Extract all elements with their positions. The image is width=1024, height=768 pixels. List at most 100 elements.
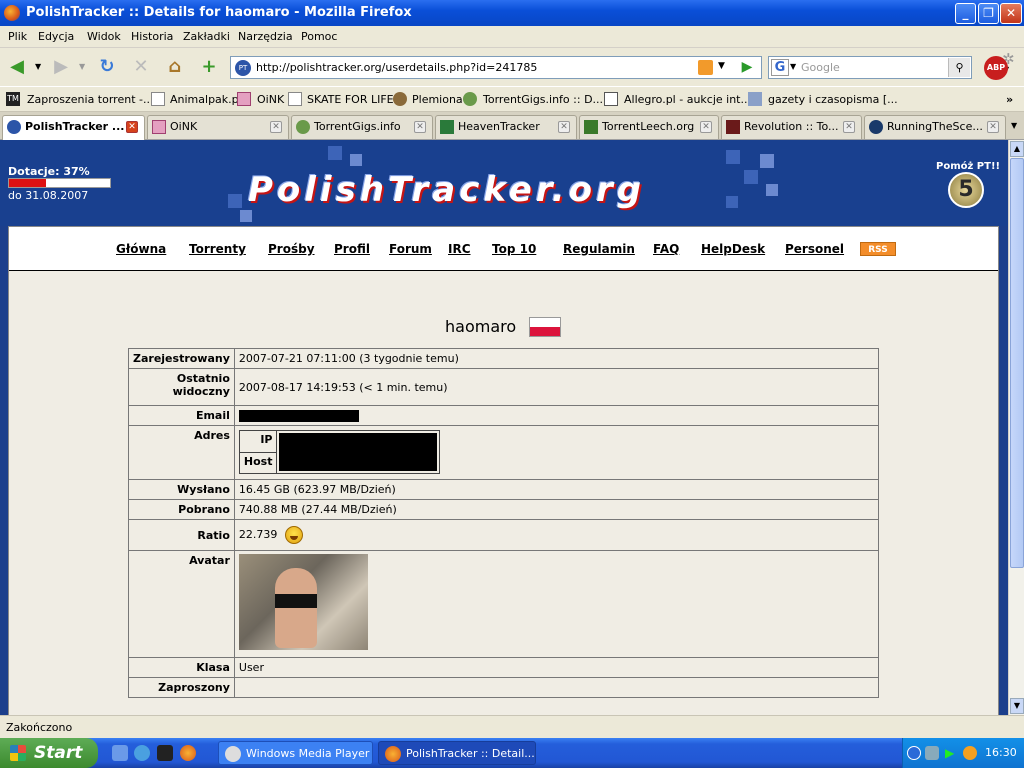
nav-profil[interactable]: Profil <box>334 242 370 256</box>
internet-explorer-icon[interactable] <box>134 745 150 761</box>
class-value: User <box>233 657 880 678</box>
bookmarks-overflow-button[interactable]: » <box>1006 93 1013 106</box>
firefox-quicklaunch-icon[interactable] <box>180 745 196 761</box>
address-value: IP Host <box>233 425 880 480</box>
search-input[interactable]: Google <box>801 61 840 74</box>
nav-glowna[interactable]: Główna <box>116 242 166 256</box>
close-tab-icon[interactable]: ✕ <box>558 121 570 133</box>
nav-torrenty[interactable]: Torrenty <box>189 242 246 256</box>
bookmark-plemiona[interactable]: Plemiona <box>412 93 463 106</box>
close-tab-icon[interactable]: ✕ <box>843 121 855 133</box>
restore-button[interactable]: ❐ <box>978 3 999 24</box>
menu-bar: Plik Edycja Widok Historia Zakładki Narz… <box>0 26 1024 48</box>
nav-personel[interactable]: Personel <box>785 242 844 256</box>
bookmark-allegro[interactable]: Allegro.pl - aukcje int... <box>624 93 751 106</box>
tab-list-dropdown-icon[interactable]: ▼ <box>1011 121 1017 130</box>
firefox-icon <box>4 5 20 21</box>
stop-icon[interactable]: ✕ <box>128 54 154 80</box>
home-icon[interactable]: ⌂ <box>162 54 188 80</box>
redacted-email <box>238 410 359 422</box>
nav-faq[interactable]: FAQ <box>653 242 679 256</box>
bookmark-oink[interactable]: OiNK <box>257 93 284 106</box>
tray-app-icon[interactable] <box>963 746 977 760</box>
tab-label: Revolution :: To... <box>744 120 839 133</box>
heaventracker-tab-icon <box>440 120 454 134</box>
magazine-icon <box>748 92 762 106</box>
tab-torrentgigs[interactable]: TorrentGigs.info ✕ <box>291 115 433 139</box>
close-tab-icon[interactable]: ✕ <box>414 121 426 133</box>
address-label: Adres <box>128 425 235 480</box>
plemiona-icon <box>393 92 407 106</box>
new-bookmark-icon[interactable]: + <box>196 54 222 80</box>
rss-feed-icon[interactable] <box>698 60 713 75</box>
vertical-scrollbar[interactable]: ▲ ▼ <box>1008 140 1024 715</box>
forward-history-dropdown-icon[interactable]: ▼ <box>79 62 85 71</box>
reload-icon[interactable]: ↻ <box>94 54 120 80</box>
menu-widok[interactable]: Widok <box>87 30 121 43</box>
tab-torrentleech[interactable]: TorrentLeech.org ✕ <box>579 115 719 139</box>
oink-tab-icon <box>152 120 166 134</box>
close-tab-icon[interactable]: ✕ <box>700 121 712 133</box>
show-desktop-icon[interactable] <box>112 745 128 761</box>
menu-narzedzia[interactable]: Narzędzia <box>238 30 293 43</box>
menu-pomoc[interactable]: Pomoc <box>301 30 337 43</box>
url-bar[interactable]: PT http://polishtracker.org/userdetails.… <box>230 56 762 79</box>
search-bar[interactable]: G ▼ Google ⚲ <box>768 56 972 79</box>
google-engine-icon[interactable]: G <box>771 59 789 76</box>
url-text[interactable]: http://polishtracker.org/userdetails.php… <box>256 61 537 74</box>
nav-irc[interactable]: IRC <box>448 242 471 256</box>
play-icon[interactable]: ▶ <box>945 746 959 760</box>
nav-top10[interactable]: Top 10 <box>492 242 536 256</box>
back-history-dropdown-icon[interactable]: ▼ <box>35 62 41 71</box>
network-icon[interactable] <box>925 746 939 760</box>
ratio-value: 22.739 <box>238 528 278 541</box>
url-history-dropdown-icon[interactable]: ▼ <box>718 61 725 71</box>
minimize-button[interactable]: _ <box>955 3 976 24</box>
forward-icon[interactable]: ▶ <box>48 54 74 80</box>
close-button[interactable]: ✕ <box>1000 3 1022 24</box>
invited-by-value <box>233 677 880 698</box>
help-pt-badge-icon[interactable]: 5 <box>948 172 984 208</box>
go-icon[interactable]: ▶ <box>738 59 756 76</box>
bookmark-zaproszenia[interactable]: Zaproszenia torrent -... <box>27 93 153 106</box>
back-icon[interactable]: ◀ <box>4 54 30 80</box>
email-value <box>233 405 880 426</box>
nav-forum[interactable]: Forum <box>389 242 432 256</box>
tab-heaventracker[interactable]: HeavenTracker ✕ <box>435 115 577 139</box>
adblock-plus-icon[interactable]: ABP <box>984 56 1008 80</box>
menu-edycja[interactable]: Edycja <box>38 30 74 43</box>
tab-oink[interactable]: OiNK ✕ <box>147 115 289 139</box>
taskbar-polishtracker[interactable]: PolishTracker :: Detail... <box>378 741 536 765</box>
bookmark-gazety[interactable]: gazety i czasopisma [... <box>768 93 898 106</box>
redacted-address <box>276 430 441 474</box>
scrollbar-thumb[interactable] <box>1010 158 1024 568</box>
scroll-down-icon[interactable]: ▼ <box>1010 698 1024 714</box>
nav-helpdesk[interactable]: HelpDesk <box>701 242 765 256</box>
tab-revolution[interactable]: Revolution :: To... ✕ <box>721 115 862 139</box>
menu-plik[interactable]: Plik <box>8 30 27 43</box>
bookmark-animalpak[interactable]: Animalpak.pl <box>170 93 242 106</box>
menu-zakladki[interactable]: Zakładki <box>183 30 230 43</box>
scroll-up-icon[interactable]: ▲ <box>1010 141 1024 157</box>
torrentgigs-tab-icon <box>296 120 310 134</box>
tray-expand-icon[interactable] <box>907 746 921 760</box>
search-engine-dropdown-icon[interactable]: ▼ <box>790 62 796 71</box>
search-icon[interactable]: ⚲ <box>948 58 970 77</box>
page-viewport: Dotacje: 37% do 31.08.2007 PolishTracker… <box>0 140 1008 715</box>
help-pt-label[interactable]: Pomóż PT!! <box>936 161 1000 172</box>
start-button[interactable]: Start <box>0 738 98 768</box>
rss-button[interactable]: RSS <box>860 242 896 256</box>
bookmark-torrentgigs[interactable]: TorrentGigs.info :: D... <box>483 93 603 106</box>
tab-polishtracker[interactable]: PolishTracker ... ✕ <box>2 115 145 141</box>
close-tab-icon[interactable]: ✕ <box>126 121 138 133</box>
menu-historia[interactable]: Historia <box>131 30 173 43</box>
close-tab-icon[interactable]: ✕ <box>987 121 999 133</box>
taskbar-windows-media-player[interactable]: Windows Media Player <box>218 741 373 765</box>
site-logo[interactable]: PolishTracker.org <box>248 170 645 210</box>
bookmark-skate[interactable]: SKATE FOR LIFE <box>307 93 394 106</box>
nav-regulamin[interactable]: Regulamin <box>563 242 635 256</box>
media-player-quicklaunch-icon[interactable] <box>157 745 173 761</box>
close-tab-icon[interactable]: ✕ <box>270 121 282 133</box>
tab-runningthescene[interactable]: RunningTheSce... ✕ <box>864 115 1006 139</box>
nav-prosby[interactable]: Prośby <box>268 242 315 256</box>
